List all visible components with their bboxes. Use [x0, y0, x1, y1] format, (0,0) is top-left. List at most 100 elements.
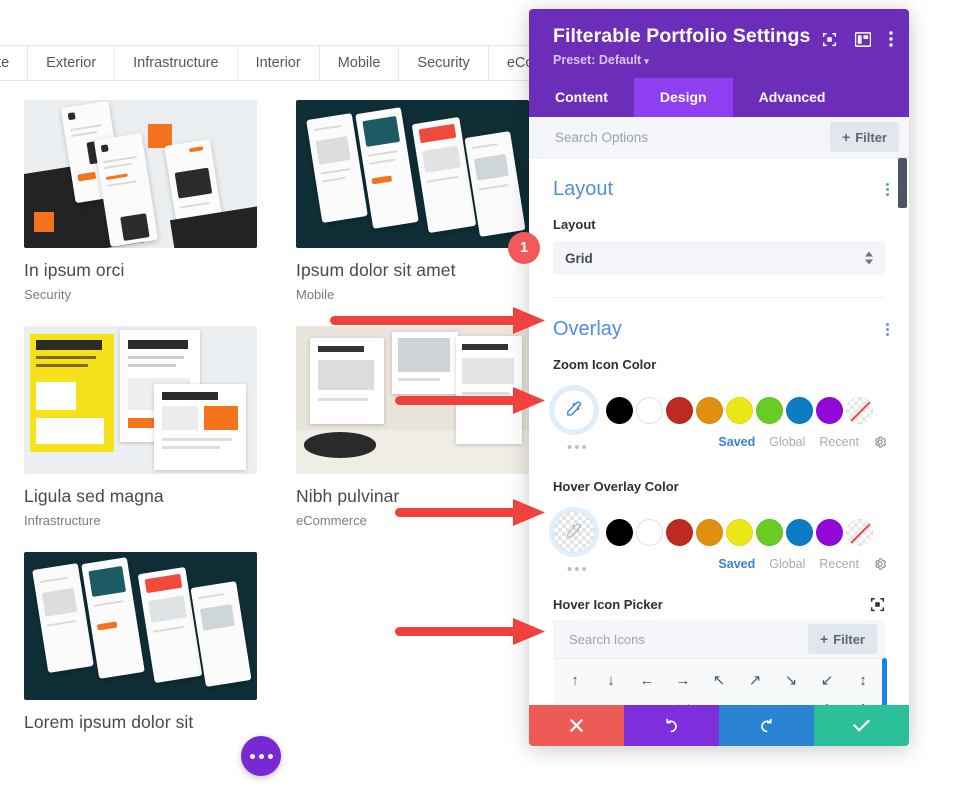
- swatch-dark-red[interactable]: [666, 396, 693, 424]
- save-button[interactable]: [814, 705, 909, 746]
- section-kebab-icon[interactable]: [886, 181, 889, 198]
- swatch-blue[interactable]: [786, 396, 813, 424]
- swatch-purple[interactable]: [816, 396, 843, 424]
- filter-tab-label: eCom: [506, 55, 530, 71]
- portfolio-thumbnail[interactable]: [24, 100, 257, 248]
- color-more-dots-icon[interactable]: •••: [567, 439, 589, 456]
- arrow-up-left-icon[interactable]: ↖: [701, 665, 737, 695]
- panel-scrollbar[interactable]: [898, 158, 907, 208]
- kebab-menu-icon[interactable]: [889, 31, 893, 47]
- filter-tab-infrastructure[interactable]: Infrastructure: [115, 46, 238, 80]
- swatch-yellow[interactable]: [726, 396, 753, 424]
- swatch-black[interactable]: [606, 396, 633, 424]
- swatch-orange[interactable]: [696, 396, 723, 424]
- swatch-green[interactable]: [756, 518, 783, 546]
- tab-content[interactable]: Content: [529, 78, 634, 117]
- arrow-up-down-icon[interactable]: ↕: [845, 665, 881, 695]
- color-more-dots-icon[interactable]: •••: [567, 561, 589, 578]
- filter-tab-interior[interactable]: Interior: [237, 46, 320, 80]
- arrow-left-right-icon[interactable]: ↔: [629, 695, 665, 706]
- arrow-up-right-icon[interactable]: ↗: [737, 665, 773, 695]
- palette-tab-global[interactable]: Global: [769, 435, 805, 449]
- arrow-expand-alt-icon[interactable]: ⤢: [773, 695, 809, 706]
- palette-tab-saved[interactable]: Saved: [718, 557, 755, 571]
- tab-design[interactable]: Design: [633, 78, 733, 117]
- portfolio-item-category: Infrastructure: [24, 513, 101, 528]
- icon-search-bar: + Filter: [553, 620, 885, 658]
- fullscreen-focus-icon[interactable]: [822, 32, 837, 47]
- swatch-transparent[interactable]: [846, 396, 873, 424]
- chevron-up-icon[interactable]: ⌃: [845, 695, 881, 705]
- palette-tab-recent[interactable]: Recent: [819, 435, 859, 449]
- zoom-icon-color-row: [529, 381, 909, 431]
- arrow-expand-icon[interactable]: ⤢: [701, 695, 737, 706]
- panel-layout-icon[interactable]: [855, 31, 871, 47]
- arrow-right-icon[interactable]: →: [665, 665, 701, 695]
- portfolio-item[interactable]: Ligula sed magna Infrastructure: [0, 326, 257, 528]
- palette-tab-global[interactable]: Global: [769, 557, 805, 571]
- icon-search-input[interactable]: [567, 630, 809, 648]
- palette-tab-recent[interactable]: Recent: [819, 557, 859, 571]
- eyedropper-icon[interactable]: [553, 389, 595, 431]
- redo-button[interactable]: [719, 705, 814, 746]
- palette-tab-saved[interactable]: Saved: [718, 435, 755, 449]
- swatch-blue[interactable]: [786, 518, 813, 546]
- layout-select[interactable]: Grid: [553, 241, 885, 275]
- eyedropper-icon[interactable]: [553, 511, 595, 553]
- portfolio-item[interactable]: Ipsum dolor sit amet Mobile: [272, 100, 529, 302]
- filter-tab-security[interactable]: Security: [399, 46, 489, 80]
- arrow-left-icon[interactable]: ←: [629, 665, 665, 695]
- swatch-dark-red[interactable]: [666, 518, 693, 546]
- portfolio-thumbnail[interactable]: [24, 552, 257, 700]
- field-label: Hover Overlay Color: [553, 479, 679, 494]
- swatch-green[interactable]: [756, 396, 783, 424]
- arrow-up-icon[interactable]: ↑: [557, 665, 593, 695]
- portfolio-item-title: Nibh pulvinar: [296, 486, 400, 506]
- search-filter-button[interactable]: + Filter: [830, 122, 899, 152]
- swatch-transparent[interactable]: [846, 518, 873, 546]
- arrow-down-left-icon[interactable]: ↙: [809, 665, 845, 695]
- icon-grid-scrollbar[interactable]: [882, 658, 887, 705]
- arrow-down-right-icon[interactable]: ↘: [773, 665, 809, 695]
- filter-tab-ecommerce[interactable]: eCom: [488, 46, 530, 80]
- undo-button[interactable]: [624, 705, 719, 746]
- swatch-white[interactable]: [636, 518, 663, 546]
- portfolio-item[interactable]: In ipsum orci Security: [0, 100, 257, 302]
- section-kebab-icon[interactable]: [886, 321, 889, 338]
- gear-icon[interactable]: [873, 557, 887, 571]
- section-header-overlay[interactable]: Overlay: [529, 298, 909, 343]
- portfolio-more-button[interactable]: [241, 736, 281, 776]
- swatch-yellow[interactable]: [726, 518, 753, 546]
- portfolio-thumbnail[interactable]: [296, 100, 529, 248]
- arrow-swap-icon[interactable]: ⇌: [593, 695, 629, 705]
- field-label: Zoom Icon Color: [553, 357, 657, 372]
- filter-tab-exterior[interactable]: Exterior: [28, 46, 116, 80]
- arrow-collapse-icon[interactable]: ⤡: [737, 695, 773, 706]
- arrow-updown-split-icon[interactable]: ↕: [557, 695, 593, 706]
- fullscreen-focus-icon[interactable]: [870, 597, 885, 612]
- portfolio-thumbnail[interactable]: [24, 326, 257, 474]
- portfolio-item[interactable]: Lorem ipsum dolor sit: [0, 552, 257, 739]
- cancel-button[interactable]: [529, 705, 624, 746]
- panel-preset-selector[interactable]: Preset: Default ▾: [553, 53, 889, 67]
- tab-label: Design: [659, 89, 707, 105]
- filter-tab-0[interactable]: ate: [0, 46, 29, 80]
- portfolio-item-title: Ligula sed magna: [24, 486, 164, 506]
- swatch-white[interactable]: [636, 396, 663, 424]
- tab-advanced[interactable]: Advanced: [733, 78, 852, 117]
- swatch-orange[interactable]: [696, 518, 723, 546]
- arrows-move-icon[interactable]: ✛: [809, 695, 845, 705]
- portfolio-item[interactable]: Nibh pulvinar eCommerce: [272, 326, 529, 528]
- gear-icon[interactable]: [873, 435, 887, 449]
- filter-tab-mobile[interactable]: Mobile: [319, 46, 400, 80]
- portfolio-thumbnail[interactable]: [296, 326, 529, 474]
- search-options-input[interactable]: [553, 128, 831, 146]
- arrow-down-icon[interactable]: ↓: [593, 665, 629, 695]
- swatch-purple[interactable]: [816, 518, 843, 546]
- icon-filter-button[interactable]: + Filter: [808, 624, 877, 654]
- arrow-diagonal-down-icon[interactable]: ⇲: [665, 695, 701, 705]
- hover-overlay-color-row: [529, 503, 909, 553]
- swatch-black[interactable]: [606, 518, 633, 546]
- section-header-layout[interactable]: Layout: [529, 158, 909, 203]
- three-dots-icon: [258, 753, 264, 759]
